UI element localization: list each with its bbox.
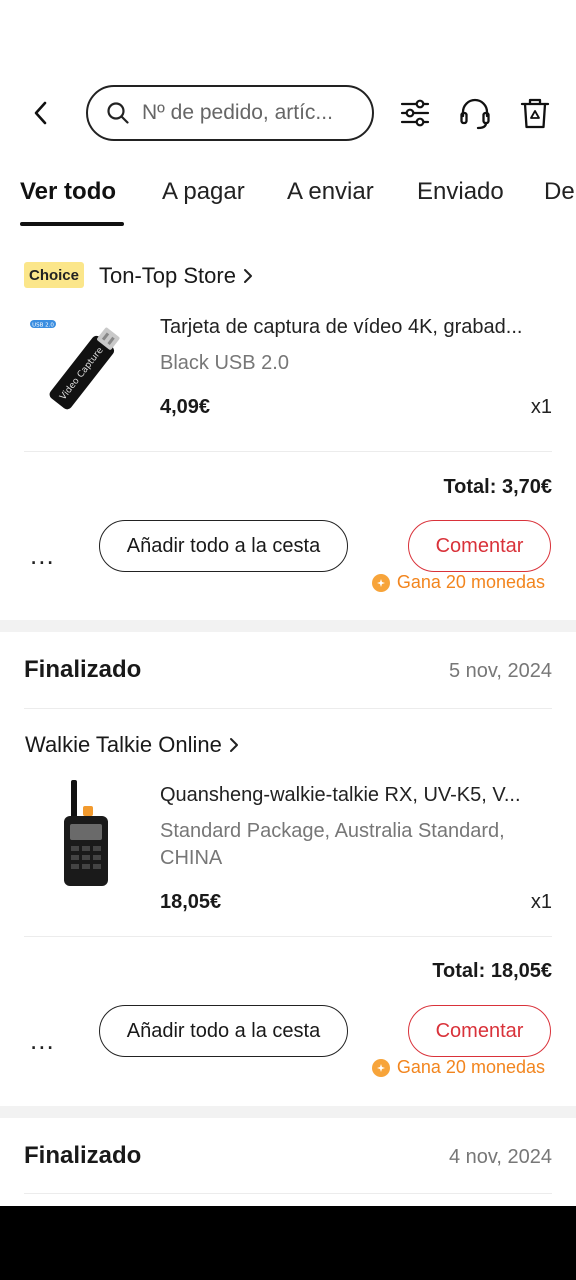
- filter-sliders-icon: [400, 99, 430, 127]
- product-price: 18,05€: [160, 891, 222, 913]
- tab-a-enviar[interactable]: A enviar: [287, 178, 374, 206]
- order-total: Total: 18,05€: [432, 960, 552, 982]
- product-title[interactable]: Tarjeta de captura de vídeo 4K, grabad..…: [160, 316, 552, 339]
- search-icon: [107, 102, 129, 124]
- recycle-bin-button[interactable]: [518, 96, 552, 130]
- product-image[interactable]: USB 2.0 Video Capture: [26, 314, 138, 426]
- store-link[interactable]: Ton-Top Store: [99, 263, 254, 289]
- product-variant: Black USB 2.0: [160, 352, 289, 374]
- tab-devoluciones[interactable]: De: [544, 178, 575, 206]
- chevron-right-icon: [229, 738, 238, 752]
- order-status: Finalizado: [24, 656, 142, 683]
- header: [0, 84, 576, 142]
- more-options-button[interactable]: ...: [30, 540, 55, 571]
- order-date: 5 nov, 2024: [448, 660, 552, 682]
- chevron-right-icon: [243, 269, 252, 283]
- order-status: Finalizado: [24, 1142, 142, 1169]
- choice-badge: Choice: [24, 262, 84, 288]
- search-input[interactable]: [142, 101, 352, 125]
- divider: [24, 451, 552, 452]
- search-bar[interactable]: [86, 85, 374, 141]
- product-image[interactable]: [26, 778, 138, 890]
- coins-reward: Gana 20 monedas: [371, 1057, 545, 1078]
- add-all-to-cart-button[interactable]: Añadir todo a la cesta: [99, 520, 348, 572]
- coins-label: Gana 20 monedas: [396, 572, 545, 592]
- coins-label: Gana 20 monedas: [396, 1057, 545, 1077]
- product-title[interactable]: Quansheng-walkie-talkie RX, UV-K5, V...: [160, 784, 552, 807]
- product-price: 4,09€: [160, 396, 211, 418]
- coins-reward: Gana 20 monedas: [371, 572, 545, 593]
- walkie-talkie-image: [64, 780, 108, 886]
- usb-tag: USB 2.0: [32, 323, 54, 329]
- comment-button[interactable]: Comentar: [408, 1005, 551, 1057]
- order-card: Choice Ton-Top Store USB 2.0 Video Captu…: [0, 240, 576, 620]
- headset-icon: [460, 98, 490, 130]
- tab-enviado[interactable]: Enviado: [417, 178, 504, 206]
- more-options-button[interactable]: ...: [30, 1025, 55, 1056]
- section-separator: [0, 620, 576, 632]
- comment-button[interactable]: Comentar: [408, 520, 551, 572]
- divider: [24, 708, 552, 709]
- divider: [24, 1193, 552, 1194]
- video-capture-card-image: USB 2.0 Video Capture: [30, 320, 120, 410]
- divider: [24, 936, 552, 937]
- section-separator: [0, 1106, 576, 1118]
- active-tab-indicator: [20, 222, 124, 226]
- order-card: Finalizado 5 nov, 2024 Walkie Talkie Onl…: [0, 632, 576, 1106]
- order-total: Total: 3,70€: [443, 476, 552, 498]
- product-variant: Standard Package, Australia Standard, CH…: [160, 820, 505, 869]
- tab-a-pagar[interactable]: A pagar: [162, 178, 245, 206]
- filter-button[interactable]: [398, 96, 432, 130]
- product-quantity: x1: [530, 396, 552, 418]
- order-date: 4 nov, 2024: [448, 1146, 552, 1168]
- back-button[interactable]: [26, 98, 56, 128]
- order-status-tabs: Ver todo A pagar A enviar Enviado De: [0, 172, 576, 228]
- chevron-left-icon: [34, 101, 47, 125]
- tab-ver-todo[interactable]: Ver todo: [20, 178, 116, 206]
- system-navigation-bar: [0, 1206, 576, 1280]
- order-card: Finalizado 4 nov, 2024: [0, 1118, 576, 1206]
- add-all-to-cart-button[interactable]: Añadir todo a la cesta: [99, 1005, 348, 1057]
- store-link[interactable]: Walkie Talkie Online: [25, 732, 240, 758]
- store-name: Walkie Talkie Online: [25, 732, 222, 757]
- coin-icon: [371, 573, 390, 592]
- coin-icon: [371, 1058, 390, 1077]
- product-quantity: x1: [530, 891, 552, 913]
- recycle-bin-icon: [520, 98, 550, 129]
- store-name: Ton-Top Store: [99, 263, 236, 288]
- support-button[interactable]: [458, 96, 492, 130]
